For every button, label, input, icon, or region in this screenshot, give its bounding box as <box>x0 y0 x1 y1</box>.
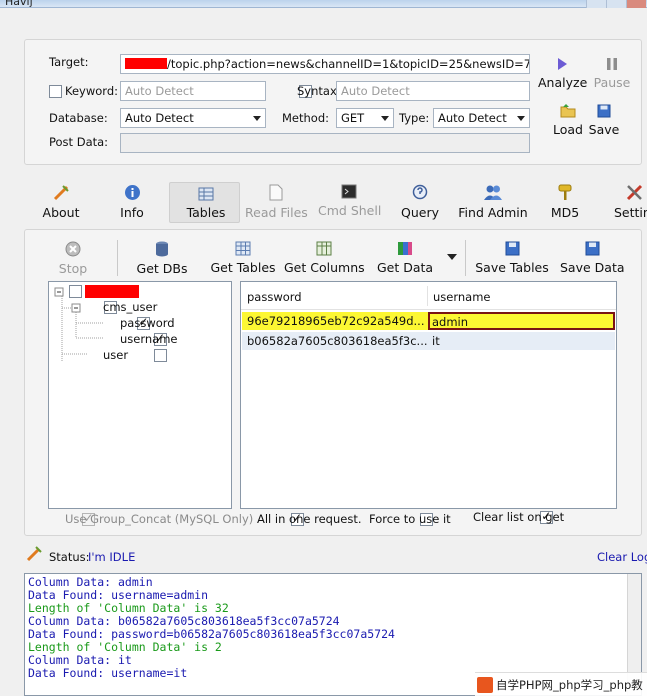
load-button[interactable]: Load <box>550 104 586 137</box>
tree-column-label[interactable]: username <box>120 332 178 346</box>
get-columns-button[interactable]: Get Columns <box>284 241 365 275</box>
clear-log-link[interactable]: Clear Log <box>597 550 647 564</box>
logo-icon <box>477 677 493 693</box>
users-icon <box>484 185 502 200</box>
table-row[interactable]: b06582a7605c803618ea5f3c... it <box>242 332 615 350</box>
table-icon <box>235 241 251 256</box>
folder-open-icon <box>560 104 576 118</box>
keyword-label: Keyword: <box>65 84 118 98</box>
target-label: Target: <box>49 55 89 69</box>
save-button[interactable]: Save <box>588 104 620 137</box>
syringe-icon <box>26 546 42 562</box>
tab-read-files[interactable]: Read Files <box>245 184 308 220</box>
type-select[interactable]: Auto Detect <box>433 108 530 128</box>
table-tree[interactable]: cms_user password username user <box>48 281 232 509</box>
watermark-text: 自学PHP网_php学习_php教 <box>496 678 643 692</box>
floppy-icon <box>597 104 611 118</box>
title-bar: Havij <box>0 0 647 8</box>
grid-header-cell[interactable]: username <box>433 290 491 304</box>
tree-table-label[interactable]: cms_user <box>103 300 157 314</box>
floppy-icon <box>585 241 599 256</box>
analyze-button[interactable]: Analyze <box>538 57 587 90</box>
watermark: 自学PHP网_php学习_php教 <box>475 672 647 696</box>
get-data-dropdown-icon[interactable] <box>447 254 457 260</box>
tab-about[interactable]: About <box>40 184 82 220</box>
status-label: Status: <box>49 550 90 564</box>
tree-column-label[interactable]: password <box>120 316 175 330</box>
stop-button[interactable]: Stop <box>54 241 92 276</box>
redacted-host <box>125 58 167 69</box>
table-icon <box>198 187 214 201</box>
get-tables-button[interactable]: Get Tables <box>208 241 278 275</box>
stop-icon <box>65 241 81 257</box>
get-dbs-button[interactable]: Get DBs <box>134 241 190 276</box>
post-data-input[interactable] <box>120 133 530 153</box>
terminal-icon <box>341 184 357 199</box>
tab-settings[interactable]: Settings <box>612 184 647 220</box>
minimize-button[interactable] <box>586 0 606 8</box>
database-icon <box>156 241 168 257</box>
tree-table-label[interactable]: user <box>103 348 128 362</box>
grid-cell: b06582a7605c803618ea5f3c... <box>247 334 428 348</box>
tools-icon <box>626 184 643 201</box>
info-icon <box>124 185 140 200</box>
tab-find-admin[interactable]: Find Admin <box>458 184 528 220</box>
query-icon <box>412 184 427 200</box>
data-grid[interactable]: password username 96e79218965eb72c92a549… <box>240 281 617 509</box>
get-data-button[interactable]: Get Data <box>374 241 436 275</box>
syringe-icon <box>53 185 69 201</box>
grid-cell: 96e79218965eb72c92a549d... <box>247 314 425 328</box>
floppy-icon <box>505 241 519 256</box>
save-data-button[interactable]: Save Data <box>560 241 625 275</box>
toolbar-separator <box>117 240 118 276</box>
database-label: Database: <box>49 111 108 125</box>
tab-info[interactable]: Info <box>116 184 148 220</box>
chevron-down-icon <box>517 116 525 121</box>
syntax-input[interactable]: Auto Detect <box>336 81 530 101</box>
target-input[interactable]: /topic.php?action=news&channelID=1&topic… <box>120 54 530 74</box>
keyword-input[interactable]: Auto Detect <box>120 81 266 101</box>
syntax-label: Syntax: <box>297 84 341 98</box>
method-label: Method: <box>282 111 330 125</box>
tab-query[interactable]: Query <box>400 184 440 220</box>
maximize-button[interactable] <box>606 0 626 8</box>
post-data-label: Post Data: <box>49 135 109 149</box>
key-icon <box>558 184 572 200</box>
window-title: Havij <box>5 0 33 8</box>
close-button[interactable] <box>626 0 646 8</box>
tab-cmd-shell[interactable]: Cmd Shell <box>318 184 381 218</box>
data-grid-icon <box>398 242 412 255</box>
group-concat-label: Use Group_Concat (MySQL Only) <box>65 512 254 526</box>
database-select[interactable]: Auto Detect <box>120 108 266 128</box>
redacted-db-name <box>85 285 139 298</box>
pause-icon <box>607 58 617 70</box>
toolbar-separator <box>465 240 466 276</box>
play-icon <box>558 58 567 70</box>
db-checkbox[interactable] <box>69 285 82 298</box>
file-icon <box>269 184 283 201</box>
chevron-down-icon <box>381 116 389 121</box>
tab-tables[interactable]: Tables <box>184 187 228 220</box>
grid-cell: it <box>432 334 440 348</box>
table2-checkbox[interactable] <box>153 349 167 362</box>
grid-header-cell[interactable]: password <box>247 290 302 304</box>
chevron-down-icon <box>253 116 261 121</box>
method-select[interactable]: GET <box>336 108 394 128</box>
status-value: I'm IDLE <box>88 550 136 564</box>
keyword-checkbox[interactable] <box>49 85 62 98</box>
type-label: Type: <box>399 111 430 125</box>
tab-md5[interactable]: MD5 <box>548 184 582 220</box>
grid-cell-selected[interactable]: admin <box>428 312 615 330</box>
save-tables-button[interactable]: Save Tables <box>474 241 550 275</box>
clear-list-label: Clear list on get <box>473 510 565 524</box>
table-row[interactable]: 96e79218965eb72c92a549d... admin <box>242 312 615 330</box>
pause-button[interactable]: Pause <box>591 57 633 90</box>
force-label: Force to use it <box>369 512 451 526</box>
grid-header: password username <box>241 282 616 310</box>
all-in-one-label: All in one request. <box>257 512 362 526</box>
columns-icon <box>316 241 332 256</box>
